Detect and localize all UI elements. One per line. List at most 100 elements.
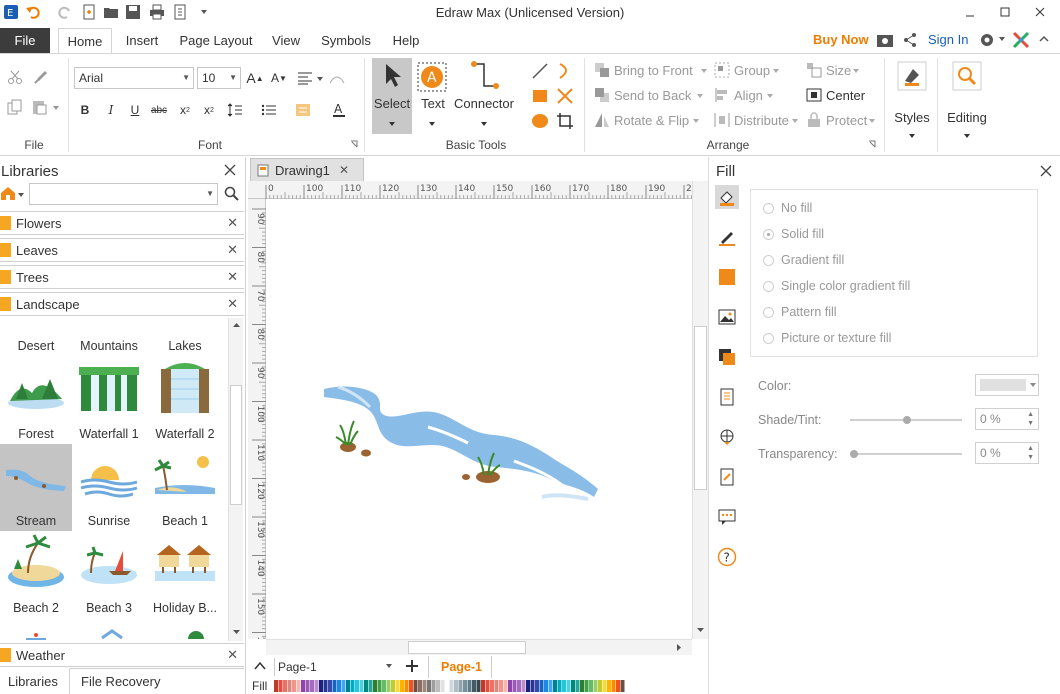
color-swatch[interactable] bbox=[589, 680, 593, 692]
color-swatch[interactable] bbox=[557, 680, 562, 692]
color-swatch[interactable] bbox=[485, 680, 490, 692]
library-scroll-thumb[interactable] bbox=[230, 385, 242, 505]
shape-beach-1[interactable]: Beach 1 bbox=[149, 444, 221, 531]
align-icon[interactable] bbox=[714, 87, 730, 103]
tab-view[interactable]: View bbox=[266, 28, 306, 53]
shape-sunrise[interactable]: Sunrise bbox=[73, 444, 145, 531]
color-swatch[interactable] bbox=[413, 680, 418, 692]
color-swatch[interactable] bbox=[332, 680, 337, 692]
shape-beach-3[interactable]: Beach 3 bbox=[73, 531, 145, 618]
shadow-panel-icon[interactable] bbox=[715, 265, 739, 289]
shade-tint-slider[interactable] bbox=[850, 416, 962, 424]
font-size-combo[interactable]: 10 ▼ bbox=[197, 67, 241, 89]
color-swatch[interactable] bbox=[598, 680, 602, 692]
close-icon[interactable]: ✕ bbox=[339, 163, 349, 177]
library-search-input[interactable]: ▼ bbox=[29, 183, 218, 205]
tab-page-layout[interactable]: Page Layout bbox=[176, 28, 256, 53]
paste-dropdown-icon[interactable] bbox=[52, 104, 60, 112]
color-swatch[interactable] bbox=[346, 680, 350, 692]
tab-file[interactable]: File bbox=[0, 28, 50, 53]
decrease-font-icon[interactable]: A ▼ bbox=[270, 69, 288, 87]
line-panel-icon[interactable] bbox=[715, 225, 739, 249]
distribute-label[interactable]: Distribute bbox=[734, 113, 789, 128]
comment-panel-icon[interactable] bbox=[715, 505, 739, 529]
color-swatch[interactable] bbox=[436, 680, 440, 692]
color-swatch[interactable] bbox=[382, 680, 386, 692]
solid-fill-radio[interactable] bbox=[763, 229, 774, 240]
crop-tool-icon[interactable] bbox=[556, 112, 574, 130]
color-swatch[interactable] bbox=[553, 680, 557, 692]
stream-shape[interactable] bbox=[318, 381, 608, 506]
color-swatch[interactable] bbox=[278, 680, 283, 692]
shape-partial[interactable] bbox=[186, 629, 206, 639]
image-panel-icon[interactable] bbox=[715, 305, 739, 329]
arc-tool-icon[interactable] bbox=[556, 62, 574, 80]
close-icon[interactable]: ✕ bbox=[227, 296, 238, 312]
picture-fill-radio[interactable] bbox=[763, 333, 774, 344]
color-swatch[interactable] bbox=[620, 680, 625, 692]
scroll-right-icon[interactable] bbox=[676, 643, 682, 652]
chevron-down-icon[interactable] bbox=[868, 117, 876, 125]
color-swatch[interactable] bbox=[373, 680, 377, 692]
color-swatch[interactable] bbox=[287, 680, 292, 692]
color-swatch[interactable] bbox=[431, 680, 436, 692]
color-swatch[interactable] bbox=[472, 680, 476, 692]
page-selector[interactable]: Page-1 bbox=[274, 658, 394, 676]
rectangle-tool-icon[interactable] bbox=[531, 87, 549, 105]
shape-waterfall-1[interactable]: Waterfall 1 bbox=[73, 357, 145, 444]
page-tab-page-1[interactable]: Page-1 bbox=[428, 656, 492, 678]
bring-to-front-label[interactable]: Bring to Front bbox=[614, 63, 693, 78]
subscript-icon[interactable]: x2 bbox=[176, 101, 194, 119]
color-swatch[interactable] bbox=[508, 680, 512, 692]
color-swatch[interactable] bbox=[571, 680, 575, 692]
color-swatch[interactable] bbox=[283, 680, 287, 692]
tab-file-recovery[interactable]: File Recovery bbox=[70, 668, 244, 694]
tab-home[interactable]: Home bbox=[58, 28, 112, 54]
scroll-down-icon[interactable] bbox=[232, 629, 241, 635]
color-swatch[interactable] bbox=[359, 680, 364, 692]
chevron-down-icon[interactable] bbox=[766, 92, 774, 100]
gradient-fill-radio[interactable] bbox=[763, 255, 774, 266]
close-icon[interactable]: ✕ bbox=[227, 269, 238, 285]
transparency-slider[interactable] bbox=[850, 450, 962, 458]
color-swatch[interactable] bbox=[341, 680, 346, 692]
color-swatch[interactable] bbox=[404, 680, 409, 692]
underline-icon[interactable]: U bbox=[126, 101, 144, 119]
shape-waterfall-2[interactable]: Waterfall 2 bbox=[149, 357, 221, 444]
close-fill-panel-icon[interactable] bbox=[1040, 165, 1052, 177]
picture-fill-label[interactable]: Picture or texture fill bbox=[781, 331, 891, 345]
color-swatch[interactable] bbox=[422, 680, 427, 692]
pattern-fill-radio[interactable] bbox=[763, 307, 774, 318]
font-name-combo[interactable]: Arial ▼ bbox=[74, 67, 194, 89]
chevron-down-icon[interactable] bbox=[852, 67, 860, 75]
color-swatch[interactable] bbox=[323, 680, 328, 692]
line-tool-icon[interactable] bbox=[531, 62, 549, 80]
text-align-icon[interactable] bbox=[296, 69, 314, 87]
color-swatch[interactable] bbox=[526, 680, 530, 692]
hyperlink-panel-icon[interactable] bbox=[715, 425, 739, 449]
settings-dropdown-icon[interactable] bbox=[998, 35, 1006, 43]
gear-icon[interactable] bbox=[978, 31, 996, 49]
transparency-stepper[interactable]: 0 % ▲ ▼ bbox=[975, 442, 1039, 464]
color-swatch[interactable] bbox=[544, 680, 548, 692]
color-swatch[interactable] bbox=[449, 680, 454, 692]
color-swatch[interactable] bbox=[328, 680, 332, 692]
font-color-icon[interactable]: A bbox=[330, 101, 348, 119]
color-swatch[interactable] bbox=[548, 680, 553, 692]
no-fill-label[interactable]: No fill bbox=[781, 201, 812, 215]
size-icon[interactable] bbox=[806, 62, 822, 78]
bring-to-front-icon[interactable] bbox=[594, 62, 610, 78]
center-icon[interactable] bbox=[806, 87, 822, 103]
color-swatch[interactable] bbox=[445, 680, 449, 692]
color-swatch[interactable] bbox=[539, 680, 544, 692]
library-scrollbar[interactable] bbox=[228, 318, 243, 641]
color-swatch[interactable] bbox=[310, 680, 314, 692]
send-to-back-icon[interactable] bbox=[594, 87, 610, 103]
canvas-hscroll-thumb[interactable] bbox=[408, 641, 526, 654]
color-swatch[interactable] bbox=[427, 680, 431, 692]
chevron-down-icon[interactable] bbox=[696, 92, 704, 100]
shape-lakes[interactable]: Lakes bbox=[149, 317, 221, 357]
color-swatch[interactable] bbox=[319, 680, 323, 692]
rotate-flip-icon[interactable] bbox=[594, 112, 610, 128]
color-swatch[interactable] bbox=[350, 680, 355, 692]
